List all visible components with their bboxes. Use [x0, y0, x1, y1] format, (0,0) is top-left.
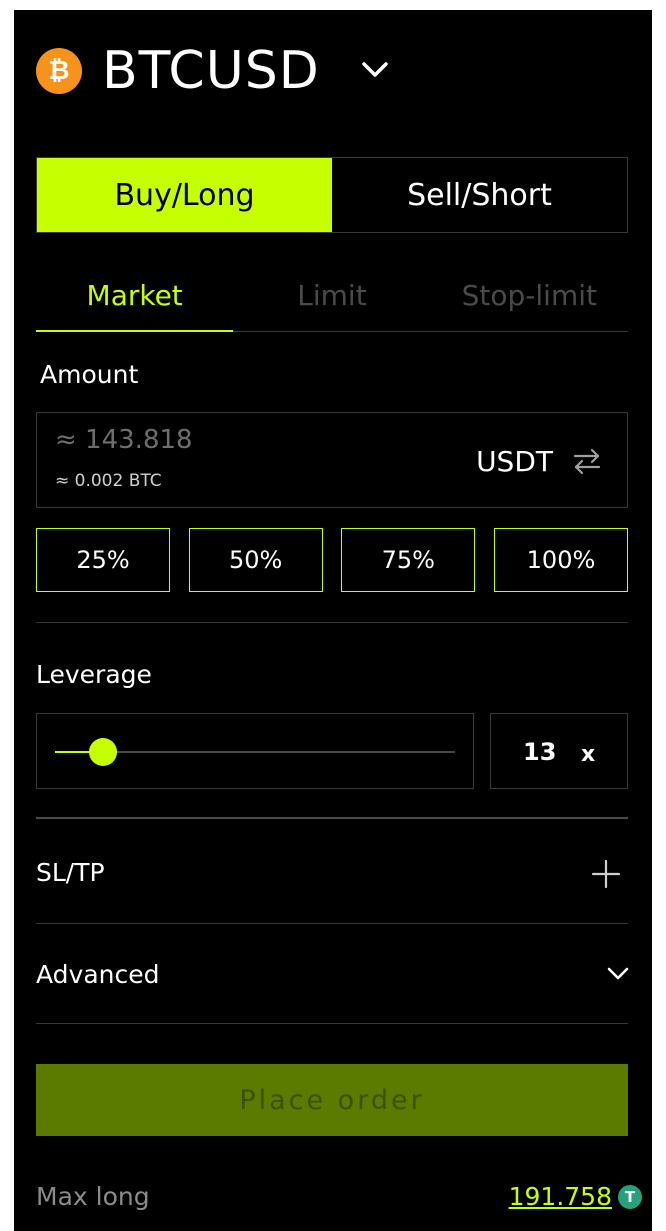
bitcoin-icon: ₿ — [36, 48, 82, 94]
percent-50-button[interactable]: 50% — [188, 528, 323, 592]
leverage-slider-track[interactable] — [55, 738, 455, 766]
advanced-label[interactable]: Advanced — [36, 960, 160, 989]
tab-market[interactable]: Market — [36, 260, 234, 332]
max-long-label: Max long — [36, 1182, 150, 1211]
buy-long-button[interactable]: Buy/Long — [37, 158, 332, 232]
chevron-down-icon[interactable] — [606, 966, 630, 982]
amount-value[interactable]: ≈ 143.818 — [55, 425, 193, 455]
percent-75-button[interactable]: 75% — [341, 528, 476, 592]
percent-25-button[interactable]: 25% — [36, 528, 170, 592]
percent-buttons: 25% 50% 75% 100% — [36, 528, 628, 592]
percent-100-button[interactable]: 100% — [493, 528, 628, 592]
divider — [36, 817, 628, 819]
chevron-down-icon[interactable] — [360, 60, 390, 80]
amount-label: Amount — [40, 360, 139, 389]
amount-currency[interactable]: USDT — [476, 445, 553, 478]
leverage-value-input[interactable]: 13 x — [490, 713, 628, 789]
leverage-value[interactable]: 13 — [523, 738, 556, 766]
plus-icon[interactable] — [590, 858, 622, 890]
divider — [36, 622, 628, 623]
symbol-selector[interactable]: BTCUSD — [102, 40, 320, 102]
max-long-value[interactable]: 191.758 — [509, 1182, 612, 1211]
leverage-slider-box — [36, 713, 474, 789]
usdt-icon: T — [618, 1185, 642, 1209]
place-order-button[interactable]: Place order — [36, 1064, 628, 1136]
side-toggle: Buy/Long Sell/Short — [36, 157, 628, 233]
leverage-label: Leverage — [36, 660, 152, 689]
sl-tp-label[interactable]: SL/TP — [36, 858, 105, 887]
divider — [36, 1023, 628, 1024]
tab-stop-limit[interactable]: Stop-limit — [431, 260, 628, 331]
sell-short-button[interactable]: Sell/Short — [332, 158, 627, 232]
leverage-slider-thumb[interactable] — [89, 738, 117, 766]
divider — [36, 923, 628, 924]
amount-btc-equivalent: ≈ 0.002 BTC — [55, 471, 162, 491]
swap-icon[interactable] — [571, 445, 603, 477]
amount-input[interactable]: ≈ 143.818 ≈ 0.002 BTC USDT — [36, 412, 628, 508]
order-type-tabs: Market Limit Stop-limit — [36, 260, 628, 332]
leverage-unit: x — [581, 742, 596, 767]
order-panel: ₿ BTCUSD Buy/Long Sell/Short Market Limi… — [14, 10, 652, 1231]
tab-limit[interactable]: Limit — [233, 260, 430, 331]
